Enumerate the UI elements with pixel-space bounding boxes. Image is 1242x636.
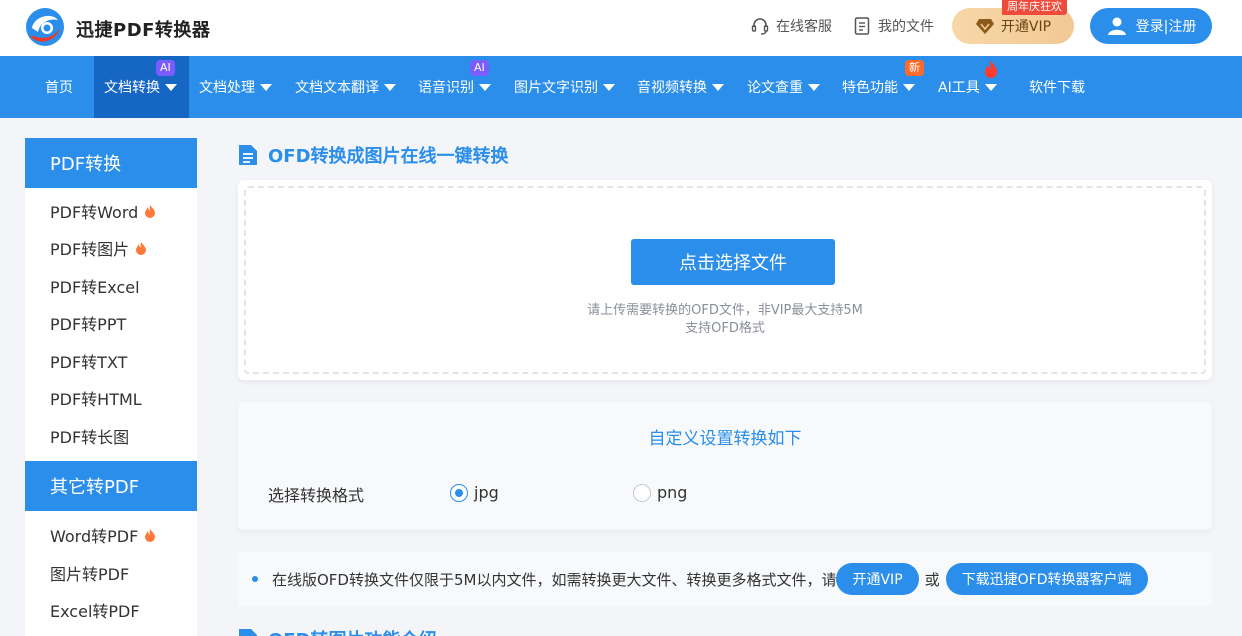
chevron-down-icon bbox=[808, 83, 820, 91]
nav-paper-check-label: 论文查重 bbox=[747, 80, 803, 96]
sidebar-item-pdf-to-ppt[interactable]: PDF转PPT bbox=[25, 305, 197, 343]
nav-ocr-label: 图片文字识别 bbox=[514, 80, 598, 96]
nav-speech-label: 语音识别 bbox=[418, 80, 474, 96]
nav-special-label: 特色功能 bbox=[842, 80, 898, 96]
login-register-label: 登录|注册 bbox=[1135, 19, 1197, 35]
ai-badge: AI bbox=[470, 60, 489, 76]
notice-text: 在线版OFD转换文件仅限于5M以内文件，如需转换更大文件、转换更多格式文件，请 bbox=[272, 570, 837, 589]
document-icon bbox=[854, 17, 870, 35]
sidebar-item-pdf-to-excel[interactable]: PDF转Excel bbox=[25, 267, 197, 305]
sidebar-item-label: PDF转TXT bbox=[50, 352, 128, 372]
nav-ocr[interactable]: 图片文字识别 bbox=[504, 56, 625, 118]
vip-promo-tag: 周年庆狂欢 bbox=[1002, 0, 1067, 15]
feature-intro-title: OFD转图片功能介绍 bbox=[238, 626, 437, 636]
nav-doc-translate-label: 文档文本翻译 bbox=[295, 80, 379, 96]
choose-file-button[interactable]: 点击选择文件 bbox=[631, 239, 835, 285]
chevron-down-icon bbox=[603, 83, 615, 91]
sidebar-item-label: PDF转Word bbox=[50, 202, 139, 222]
download-client-button[interactable]: 下载迅捷OFD转换器客户端 bbox=[945, 563, 1148, 595]
sidebar-section-other-to-pdf: 其它转PDF bbox=[25, 460, 197, 511]
login-register-button[interactable]: 登录|注册 bbox=[1090, 8, 1212, 44]
fire-icon bbox=[136, 242, 147, 256]
top-header: 迅捷PDF转换器 在线客服 我的文件 开通VIP 周年庆狂欢 登录|注册 bbox=[0, 0, 1242, 56]
format-jpg-label: jpg bbox=[474, 483, 499, 502]
diamond-icon bbox=[975, 19, 994, 34]
page-title: OFD转换成图片在线一键转换 bbox=[238, 142, 509, 168]
nav-paper-check[interactable]: 论文查重 bbox=[737, 56, 830, 118]
fire-icon bbox=[145, 529, 156, 543]
conversion-settings: 自定义设置转换如下 选择转换格式 jpg png bbox=[238, 402, 1212, 530]
ai-badge: AI bbox=[156, 60, 175, 76]
upload-hint-size: 请上传需要转换的OFD文件，非VIP最大支持5M bbox=[587, 303, 863, 318]
nav-av-convert-label: 音视频转换 bbox=[637, 80, 707, 96]
notice-or: 或 bbox=[924, 570, 940, 589]
sidebar-item-label: PDF转PPT bbox=[50, 315, 127, 335]
settings-title: 自定义设置转换如下 bbox=[648, 429, 802, 449]
document-icon bbox=[239, 629, 257, 636]
chevron-down-icon bbox=[384, 83, 396, 91]
nav-download[interactable]: 软件下载 bbox=[1019, 56, 1095, 118]
vip-label: 开通VIP bbox=[1000, 19, 1052, 35]
online-service-label: 在线客服 bbox=[776, 19, 832, 35]
sidebar-item-word-to-pdf[interactable]: Word转PDF bbox=[25, 517, 197, 555]
online-service-link[interactable]: 在线客服 bbox=[750, 15, 832, 37]
fire-icon bbox=[145, 204, 156, 218]
chevron-down-icon bbox=[903, 83, 915, 91]
brand-name: 迅捷PDF转换器 bbox=[76, 20, 211, 41]
upload-dropzone[interactable]: 点击选择文件 请上传需要转换的OFD文件，非VIP最大支持5M 支持OFD格式 bbox=[244, 186, 1206, 374]
sidebar-item-excel-to-pdf[interactable]: Excel转PDF bbox=[25, 592, 197, 630]
logo-icon[interactable] bbox=[24, 6, 66, 48]
sidebar-item-pdf-to-html[interactable]: PDF转HTML bbox=[25, 380, 197, 418]
new-badge: 新 bbox=[905, 60, 924, 76]
my-files-link[interactable]: 我的文件 bbox=[852, 15, 934, 37]
radio-checked-icon bbox=[450, 483, 468, 502]
sidebar: PDF转换 PDF转Word PDF转图片 PDF转Excel PDF转PPT … bbox=[25, 138, 197, 636]
sidebar-item-pdf-to-image[interactable]: PDF转图片 bbox=[25, 230, 197, 268]
sidebar-item-label: Word转PDF bbox=[50, 527, 139, 547]
sidebar-item-image-to-pdf[interactable]: 图片转PDF bbox=[25, 554, 197, 592]
nav-download-label: 软件下载 bbox=[1029, 80, 1085, 96]
sidebar-item-pdf-to-long-image[interactable]: PDF转长图 bbox=[25, 417, 197, 455]
user-icon bbox=[1107, 17, 1126, 35]
sidebar-item-label: PDF转Excel bbox=[50, 277, 140, 297]
sidebar-item-pdf-to-word[interactable]: PDF转Word bbox=[25, 192, 197, 230]
chevron-down-icon bbox=[260, 83, 272, 91]
nav-home-label: 首页 bbox=[45, 80, 73, 96]
chevron-down-icon bbox=[479, 83, 491, 91]
sidebar-item-label: PDF转HTML bbox=[50, 390, 142, 410]
format-label: 选择转换格式 bbox=[268, 486, 365, 505]
upload-hint-format: 支持OFD格式 bbox=[685, 321, 765, 336]
format-png-label: png bbox=[657, 483, 688, 502]
sidebar-item-pdf-to-txt[interactable]: PDF转TXT bbox=[25, 342, 197, 380]
sidebar-item-label: Excel转PDF bbox=[50, 602, 140, 622]
chevron-down-icon bbox=[712, 83, 724, 91]
headset-icon bbox=[751, 18, 769, 35]
feature-intro-title-text: OFD转图片功能介绍 bbox=[268, 626, 437, 636]
notice-vip-button[interactable]: 开通VIP bbox=[836, 563, 919, 595]
sidebar-section-pdf-convert: PDF转换 bbox=[25, 138, 197, 188]
nav-home[interactable]: 首页 bbox=[35, 56, 83, 118]
my-files-label: 我的文件 bbox=[878, 19, 934, 35]
size-limit-notice: 在线版OFD转换文件仅限于5M以内文件，如需转换更大文件、转换更多格式文件，请 … bbox=[238, 552, 1212, 606]
nav-doc-convert-label: 文档转换 bbox=[104, 80, 160, 96]
chevron-down-icon bbox=[165, 83, 177, 91]
sidebar-item-label: PDF转长图 bbox=[50, 427, 130, 447]
nav-doc-translate[interactable]: 文档文本翻译 bbox=[285, 56, 406, 118]
nav-doc-process[interactable]: 文档处理 bbox=[189, 56, 282, 118]
sidebar-item-label: 图片转PDF bbox=[50, 564, 130, 584]
bullet-icon bbox=[252, 576, 258, 582]
sidebar-item-label: PDF转图片 bbox=[50, 240, 130, 260]
nav-ai-tools-label: AI工具 bbox=[938, 80, 980, 96]
nav-av-convert[interactable]: 音视频转换 bbox=[627, 56, 734, 118]
upload-area[interactable]: 点击选择文件 请上传需要转换的OFD文件，非VIP最大支持5M 支持OFD格式 bbox=[238, 180, 1212, 380]
document-icon bbox=[239, 145, 257, 165]
format-radio-jpg[interactable]: jpg bbox=[450, 483, 499, 502]
radio-unchecked-icon bbox=[633, 483, 651, 502]
nav-doc-process-label: 文档处理 bbox=[199, 80, 255, 96]
fire-icon bbox=[985, 61, 997, 78]
page-title-text: OFD转换成图片在线一键转换 bbox=[268, 146, 509, 167]
format-radio-png[interactable]: png bbox=[633, 483, 687, 502]
main-nav: 首页 文档转换 文档处理 文档文本翻译 语音识别 图片文字识别 音视频转换 论文… bbox=[0, 56, 1242, 118]
chevron-down-icon bbox=[984, 83, 997, 91]
